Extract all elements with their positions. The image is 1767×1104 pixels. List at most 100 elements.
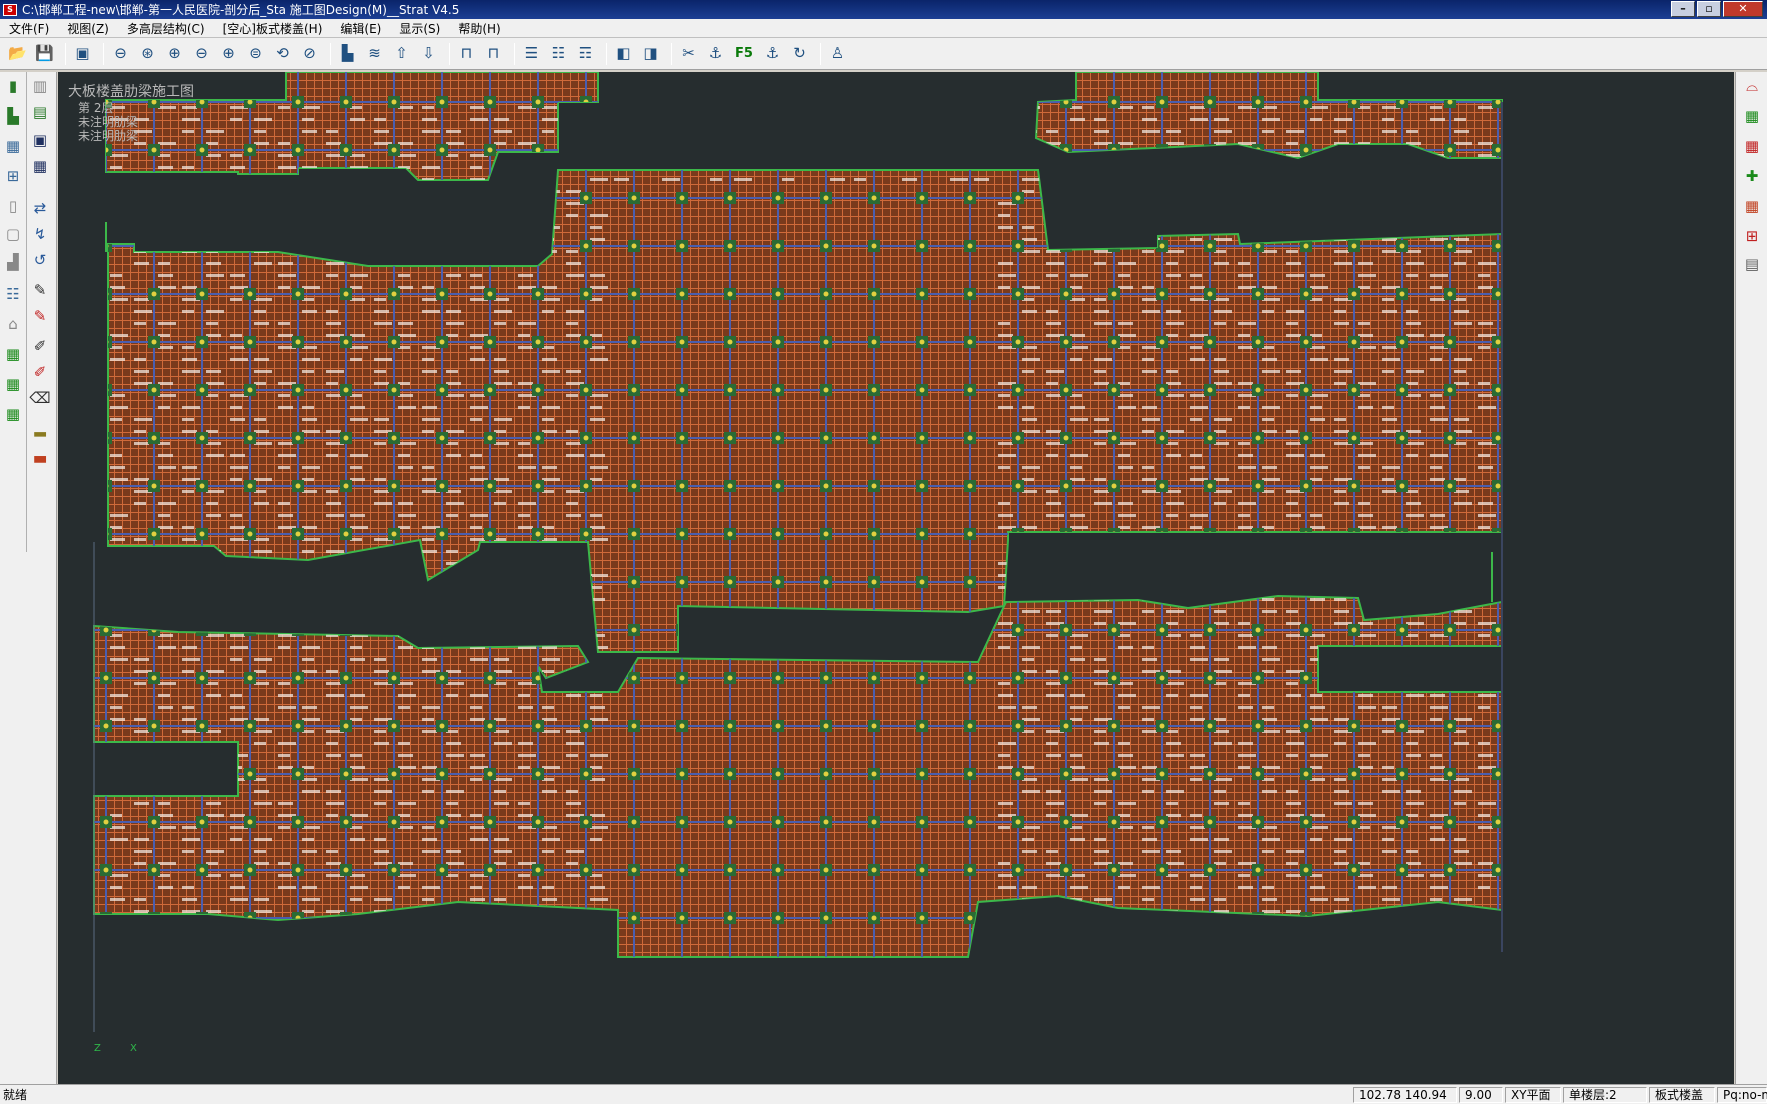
bar-chart-icon[interactable]: ▥ [28,74,52,98]
status-message: 就绪 [3,1088,28,1102]
building-icon[interactable]: ▙ [336,42,359,65]
status-value: 9.00 [1459,1086,1503,1103]
minimize-button[interactable]: – [1671,1,1695,17]
chart-edit-icon[interactable]: ▤ [28,100,52,124]
frame-tool-icon[interactable]: ⊞ [1,164,25,188]
draw-slab-icon[interactable]: ✐ [28,360,52,384]
arrow-down-icon[interactable]: ⇩ [417,42,440,65]
rotate-icon[interactable]: ↻ [788,42,811,65]
window-title: C:\邯郸工程-new\邯郸-第一人民医院-剖分后_Sta 施工图Design(… [22,3,460,17]
drawing-title: 大板楼盖肋梁施工图 [68,84,194,100]
person-icon[interactable]: ♙ [826,42,849,65]
status-bar: 就绪 102.78 140.94 9.00 XY平面 单楼层:2 板式楼盖 Pq… [0,1084,1767,1104]
wall-tool-icon[interactable]: ▯ [1,194,25,218]
slab-tool-icon[interactable]: ▦ [1,134,25,158]
green-grid-icon[interactable]: ▦ [1,342,25,366]
foundation-tool-icon[interactable]: ⌂ [1,312,25,336]
zoom-plus-icon[interactable]: ⊕ [217,42,240,65]
open-folder-icon[interactable]: 📂 [6,42,29,65]
maximize-button[interactable]: ▫ [1697,1,1721,17]
zoom-out-icon[interactable]: ⊖ [109,42,132,65]
menu-display[interactable]: 显示(S) [390,20,449,37]
zoom-window-icon[interactable]: ⊜ [244,42,267,65]
table-icon[interactable]: ▦ [28,154,52,178]
save-icon[interactable]: 💾 [33,42,56,65]
bridge-icon[interactable]: ⌓ [1740,74,1764,98]
tool-column-divider [26,72,27,552]
report-icon[interactable]: ▣ [28,128,52,152]
main-toolbar: 📂 💾 ▣ ⊖ ⊛ ⊕ ⊖ ⊕ ⊜ ⟲ ⊘ ▙ ≋ ⇧ ⇩ ⊓ ⊓ ☰ ☷ ☶ ◧ ◨ ✂ ⚓ F5 ⚓ ↻ ♙ [0,38,1767,70]
floor-stack-edit-icon[interactable]: ☷ [547,42,570,65]
status-extra: Pq:no-m [1717,1086,1767,1103]
menu-help[interactable]: 帮助(H) [449,20,509,37]
zoom-minus-icon[interactable]: ⊖ [190,42,213,65]
box-3d-icon[interactable]: ◧ [612,42,635,65]
bars-red-icon[interactable]: ▃ [28,442,52,466]
beam-tool-icon[interactable]: ▙ [1,104,25,128]
window-controls: – ▫ ✕ [1671,1,1763,17]
column-tool-icon[interactable]: ▮ [1,74,25,98]
grid-list-icon[interactable]: ☷ [1,282,25,306]
mesh-cross-icon[interactable]: ⊞ [1740,224,1764,248]
mesh-edit-icon[interactable]: ▦ [1740,194,1764,218]
zoom-previous-icon[interactable]: ⊘ [298,42,321,65]
menu-view[interactable]: 视图(Z) [58,20,118,37]
drawing-canvas[interactable]: 大板楼盖肋梁施工图 第 2层 未注明肋梁 未注明肋梁 Z X [58,72,1734,1084]
draw-beam-icon[interactable]: ✐ [28,334,52,358]
zoom-realtime-icon[interactable]: ⟲ [271,42,294,65]
toolbar-separator [514,42,515,65]
right-tool-panel: ⌓ ▦ ▦ ✚ ▦ ⊞ ▤ [1735,72,1767,1084]
pin-icon[interactable]: ✚ [1740,164,1764,188]
menu-edit[interactable]: 编辑(E) [331,20,390,37]
zoom-all-icon[interactable]: ⊛ [136,42,159,65]
refresh-f5-button[interactable]: F5 [731,42,757,65]
title-bar[interactable]: S C:\邯郸工程-new\邯郸-第一人民医院-剖分后_Sta 施工图Desig… [0,0,1767,19]
status-coordinates: 102.78 140.94 [1353,1086,1457,1103]
preview-icon[interactable]: ▣ [71,42,94,65]
layers-icon[interactable]: ≋ [363,42,386,65]
anchor-icon[interactable]: ⚓ [704,42,727,65]
left-tool-panel: ▮ ▙ ▦ ⊞ ▯ ▢ ▟ ☷ ⌂ ▦ ▦ ▦ ▥ ▤ ▣ ▦ ⇄ ↯ ↺ ✎ ✎ ✐ ✐ ⌫ ▂ ▃ [0,72,57,1084]
green-grid-edit-icon[interactable]: ▦ [1,372,25,396]
menu-bar: 文件(F) 视图(Z) 多高层结构(C) [空心]板式楼盖(H) 编辑(E) 显… [0,19,1767,38]
mesh-green-icon[interactable]: ▦ [1740,104,1764,128]
trim-icon[interactable]: ✂ [677,42,700,65]
floor-stack-check-icon[interactable]: ☶ [574,42,597,65]
bars-icon[interactable]: ▂ [28,416,52,440]
rebar-hook-icon[interactable]: ↺ [28,248,52,272]
axis-x-label: X [130,1043,137,1054]
drawing-note: 未注明肋梁 [78,129,139,143]
status-layer[interactable]: 单楼层:2 [1563,1086,1647,1103]
rebar-arrow-icon[interactable]: ⇄ [28,196,52,220]
eraser-icon[interactable]: ⌫ [28,386,52,410]
menu-multistory-structure[interactable]: 多高层结构(C) [118,20,214,37]
zoom-in-icon[interactable]: ⊕ [163,42,186,65]
floor-plan-drawing [93,72,1503,1032]
arrow-up-icon[interactable]: ⇧ [390,42,413,65]
app-icon[interactable]: S [3,3,17,16]
box-3d-outline-icon[interactable]: ◨ [639,42,662,65]
green-grid-check-icon[interactable]: ▦ [1,402,25,426]
mesh-red-icon[interactable]: ▦ [1740,134,1764,158]
anchor-left-icon[interactable]: ⚓ [761,42,784,65]
stair-tool-icon[interactable]: ▟ [1,250,25,274]
opening-tool-icon[interactable]: ▢ [1,222,25,246]
status-plane[interactable]: XY平面 [1505,1086,1561,1103]
edit-pencil-icon[interactable]: ✎ [28,278,52,302]
close-button[interactable]: ✕ [1723,1,1763,17]
column-icon[interactable]: ⊓ [455,42,478,65]
application-window: S C:\邯郸工程-new\邯郸-第一人民医院-剖分后_Sta 施工图Desig… [0,0,1767,1104]
floor-stack-icon[interactable]: ☰ [520,42,543,65]
toolbar-separator [330,42,331,65]
rebar-bend-icon[interactable]: ↯ [28,222,52,246]
edit-red-icon[interactable]: ✎ [28,304,52,328]
toolbar-separator [671,42,672,65]
toolbar-separator [606,42,607,65]
grid-plain-icon[interactable]: ▤ [1740,252,1764,276]
menu-file[interactable]: 文件(F) [0,20,58,37]
column-pair-icon[interactable]: ⊓ [482,42,505,65]
status-mode[interactable]: 板式楼盖 [1649,1086,1715,1103]
menu-slab-floor[interactable]: [空心]板式楼盖(H) [214,20,332,37]
toolbar-separator [820,42,821,65]
toolbar-separator [449,42,450,65]
